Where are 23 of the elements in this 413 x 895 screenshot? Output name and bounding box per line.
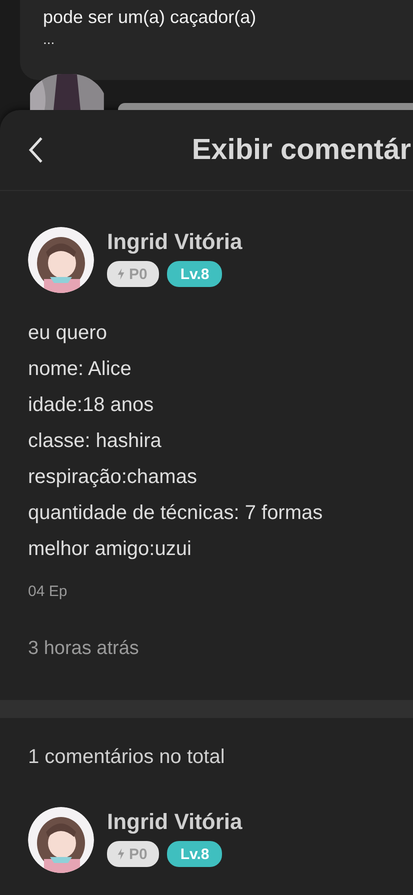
more-text: ... bbox=[43, 30, 56, 48]
comment-line: respiração:chamas bbox=[28, 465, 198, 490]
comment-line: idade:18 anos bbox=[28, 393, 155, 418]
comment-line: nome: Alice bbox=[28, 357, 132, 382]
points-text: P0 bbox=[129, 846, 148, 862]
level-badge: Lv.8 bbox=[167, 841, 222, 867]
comment-count: 1 comentários no total bbox=[28, 746, 226, 769]
comment-line: classe: hashira bbox=[28, 429, 162, 454]
points-text: P0 bbox=[129, 266, 148, 282]
back-button[interactable] bbox=[28, 136, 44, 164]
comment-text: pode ser um(a) caçador(a) bbox=[43, 6, 258, 29]
comment-line: quantidade de técnicas: 7 formas bbox=[28, 501, 324, 526]
episode-label: 04 Ep bbox=[28, 583, 68, 600]
timestamp: 3 horas atrás bbox=[28, 638, 140, 660]
comment-line: melhor amigo:uzui bbox=[28, 537, 192, 562]
lightning-icon bbox=[117, 848, 125, 860]
level-badge: Lv.8 bbox=[167, 261, 222, 287]
back-icon bbox=[28, 136, 44, 164]
author-name[interactable]: Ingrid Vitória bbox=[107, 809, 242, 835]
lightning-icon bbox=[117, 268, 125, 280]
author-name[interactable]: Ingrid Vitória bbox=[107, 229, 242, 255]
screen-title: Exibir comentár bbox=[192, 134, 411, 166]
comment-line: eu quero bbox=[28, 321, 108, 346]
